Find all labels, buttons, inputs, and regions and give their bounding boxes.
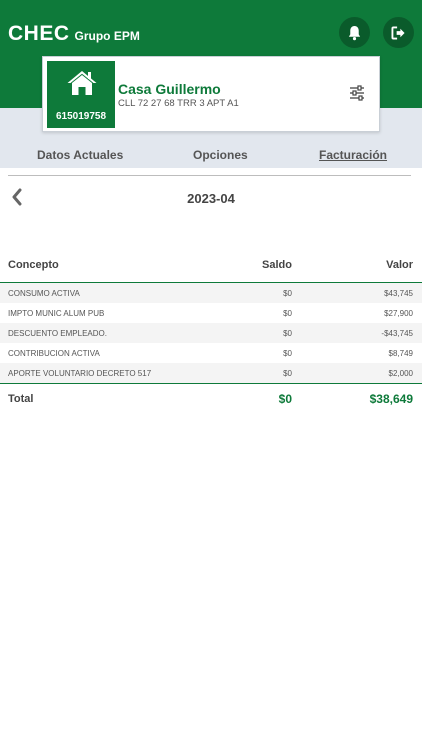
tab-facturacion[interactable]: Facturación [319,148,387,162]
row-saldo: $0 [283,289,292,298]
tab-bar: Datos Actuales Opciones Facturación [0,140,422,170]
table-total-rule [0,383,422,384]
logout-button[interactable] [383,17,414,48]
row-concepto: CONSUMO ACTIVA [8,289,80,298]
row-saldo: $0 [283,369,292,378]
row-concepto: CONTRIBUCION ACTIVA [8,349,100,358]
property-name: Casa Guillermo [118,81,221,97]
row-valor: $43,745 [384,289,413,298]
row-concepto: IMPTO MUNIC ALUM PUB [8,309,105,318]
table-row: CONTRIBUCION ACTIVA $0 $8,749 [0,343,422,363]
total-label: Total [8,393,34,405]
row-saldo: $0 [283,349,292,358]
billing-table: CONSUMO ACTIVA $0 $43,745 IMPTO MUNIC AL… [0,283,422,383]
notifications-button[interactable] [339,17,370,48]
column-header-saldo: Saldo [262,259,292,271]
row-concepto: DESCUENTO EMPLEADO. [8,329,107,338]
account-number: 615019758 [55,111,107,122]
row-saldo: $0 [283,329,292,338]
tab-opciones[interactable]: Opciones [193,148,248,162]
brand-logo: CHEC Grupo EPM [8,22,140,46]
table-row: IMPTO MUNIC ALUM PUB $0 $27,900 [0,303,422,323]
brand-name: CHEC [8,22,70,45]
property-address: CLL 72 27 68 TRR 3 APT A1 [118,98,239,109]
table-row: APORTE VOLUNTARIO DECRETO 517 $0 $2,000 [0,363,422,383]
row-concepto: APORTE VOLUNTARIO DECRETO 517 [8,369,152,378]
billing-period: 2023-04 [187,191,235,206]
property-card[interactable]: 615019758 Casa Guillermo CLL 72 27 68 TR… [42,56,380,132]
table-row: DESCUENTO EMPLEADO. $0 -$43,745 [0,323,422,343]
sliders-icon[interactable] [349,85,365,101]
tabs-divider [8,175,411,176]
row-valor: $2,000 [388,369,413,378]
row-valor: -$43,745 [381,329,413,338]
row-saldo: $0 [283,309,292,318]
tab-datos-actuales[interactable]: Datos Actuales [37,148,123,162]
property-tile: 615019758 [47,61,115,128]
house-icon [67,71,97,95]
row-valor: $27,900 [384,309,413,318]
column-header-valor: Valor [386,259,413,271]
total-saldo: $0 [278,392,292,406]
brand-group: Grupo EPM [74,29,140,43]
column-header-concepto: Concepto [8,259,59,271]
row-valor: $8,749 [388,349,413,358]
bell-icon [348,25,361,40]
logout-icon [391,25,405,40]
table-row: CONSUMO ACTIVA $0 $43,745 [0,283,422,303]
total-valor: $38,649 [369,392,413,406]
